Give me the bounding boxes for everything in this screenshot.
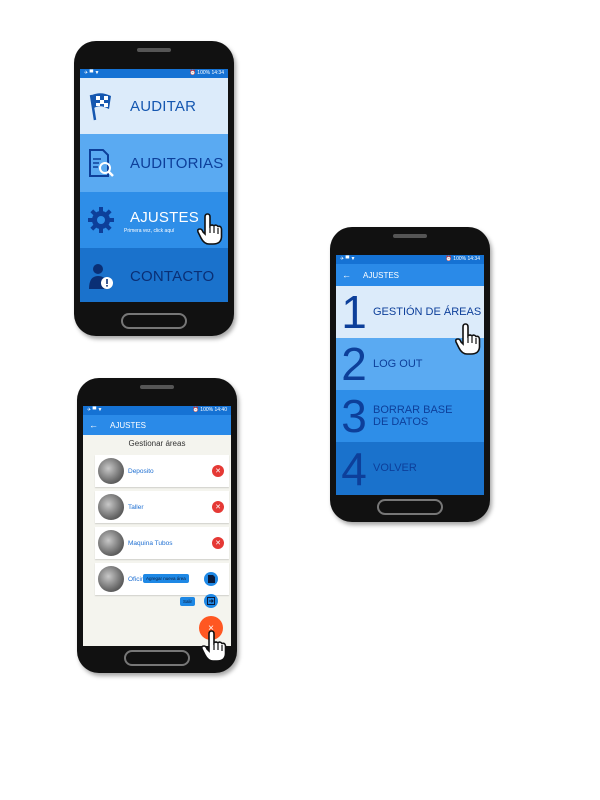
area-name: Deposito: [128, 467, 154, 475]
area-thumbnail: [98, 494, 124, 520]
item-label: GESTIÓN DE ÁREAS: [373, 305, 482, 318]
user-info-icon: [86, 261, 116, 291]
checkered-flag-icon: [86, 91, 116, 121]
item-label: VOLVER: [373, 462, 417, 475]
home-button[interactable]: [121, 313, 187, 329]
exit-button[interactable]: [204, 594, 218, 608]
phone-speaker: [140, 385, 174, 389]
area-name: Maquina Tubos: [128, 539, 173, 547]
close-icon: ✕: [215, 504, 221, 511]
screen-manage-areas: ✈ ▀ ▼ ⏰ 100% 14:40 ← AJUSTES Gestionar á…: [83, 406, 231, 646]
status-right: ⏰ 100% 14:40: [192, 407, 227, 413]
item-label: BORRAR BASE DE DATOS: [373, 403, 453, 428]
item-number: 1: [341, 286, 367, 338]
tap-hand-icon: [454, 323, 481, 355]
status-bar: ✈ ▀ ▼ ⏰ 100% 14:34: [80, 69, 228, 78]
area-card[interactable]: Taller ✕: [95, 491, 229, 523]
menu-item-auditar[interactable]: AUDITAR: [80, 78, 228, 134]
status-bar: ✈ ▀ ▼ ⏰ 100% 14:34: [336, 255, 484, 264]
menu-item-contacto[interactable]: CONTACTO: [80, 248, 228, 302]
status-left: ✈ ▀ ▼: [87, 407, 103, 413]
section-title: Gestionar áreas: [128, 439, 186, 448]
app-bar: ← AJUSTES: [83, 415, 231, 435]
status-right: ⏰ 100% 14:34: [445, 256, 480, 262]
screen-main-menu: ✈ ▀ ▼ ⏰ 100% 14:34 AUDITAR AUDITORIAS AJ…: [80, 69, 228, 302]
app-bar-title: AJUSTES: [363, 270, 400, 280]
item-number: 3: [341, 390, 367, 442]
exit-label[interactable]: Salir: [180, 597, 196, 606]
settings-item-borrar-base[interactable]: 3 BORRAR BASE DE DATOS: [336, 390, 484, 442]
add-area-label[interactable]: Agregar nueva área: [143, 574, 189, 583]
status-bar: ✈ ▀ ▼ ⏰ 100% 14:40: [83, 406, 231, 415]
file-add-icon: [207, 575, 215, 583]
document-search-icon: [86, 148, 116, 178]
back-arrow-icon[interactable]: ←: [89, 420, 98, 430]
exit-icon: [207, 597, 215, 605]
area-card[interactable]: Maquina Tubos ✕: [95, 527, 229, 559]
area-thumbnail: [98, 566, 124, 592]
tap-hand-icon: [200, 630, 227, 662]
home-button[interactable]: [124, 650, 190, 666]
item-label: LOG OUT: [373, 357, 423, 370]
settings-item-volver[interactable]: 4 VOLVER: [336, 442, 484, 495]
phone-speaker: [137, 48, 171, 52]
screen-settings: ✈ ▀ ▼ ⏰ 100% 14:34 ← AJUSTES 1 GESTIÓN D…: [336, 255, 484, 495]
app-bar-title: AJUSTES: [110, 420, 147, 430]
item-number: 2: [341, 338, 367, 390]
delete-area-button[interactable]: ✕: [212, 537, 224, 549]
phone-main-menu: ✈ ▀ ▼ ⏰ 100% 14:34 AUDITAR AUDITORIAS AJ…: [74, 41, 234, 336]
phone-manage-areas: ✈ ▀ ▼ ⏰ 100% 14:40 ← AJUSTES Gestionar á…: [77, 378, 237, 673]
menu-label: AUDITORIAS: [130, 154, 224, 172]
area-card[interactable]: Deposito ✕: [95, 455, 229, 487]
delete-area-button[interactable]: ✕: [212, 501, 224, 513]
phone-settings: ✈ ▀ ▼ ⏰ 100% 14:34 ← AJUSTES 1 GESTIÓN D…: [330, 227, 490, 522]
status-right: ⏰ 100% 14:34: [189, 70, 224, 76]
close-icon: ✕: [215, 540, 221, 547]
status-left: ✈ ▀ ▼: [340, 256, 356, 262]
area-name: Taller: [128, 503, 144, 511]
tap-hand-icon: [196, 213, 223, 245]
status-left: ✈ ▀ ▼: [84, 70, 100, 76]
menu-item-auditorias[interactable]: AUDITORIAS: [80, 134, 228, 192]
phone-speaker: [393, 234, 427, 238]
area-thumbnail: [98, 530, 124, 556]
area-thumbnail: [98, 458, 124, 484]
menu-sublabel: Primera vez, click aquí: [124, 228, 175, 234]
gear-icon: [86, 205, 116, 235]
add-area-button[interactable]: [204, 572, 218, 586]
close-icon: ✕: [215, 468, 221, 475]
menu-label: AUDITAR: [130, 97, 197, 115]
menu-label: AJUSTES: [130, 208, 199, 226]
home-button[interactable]: [377, 499, 443, 515]
app-bar: ← AJUSTES: [336, 264, 484, 286]
menu-label: CONTACTO: [130, 267, 215, 285]
back-arrow-icon[interactable]: ←: [342, 270, 351, 280]
item-number: 4: [341, 442, 367, 495]
delete-area-button[interactable]: ✕: [212, 465, 224, 477]
